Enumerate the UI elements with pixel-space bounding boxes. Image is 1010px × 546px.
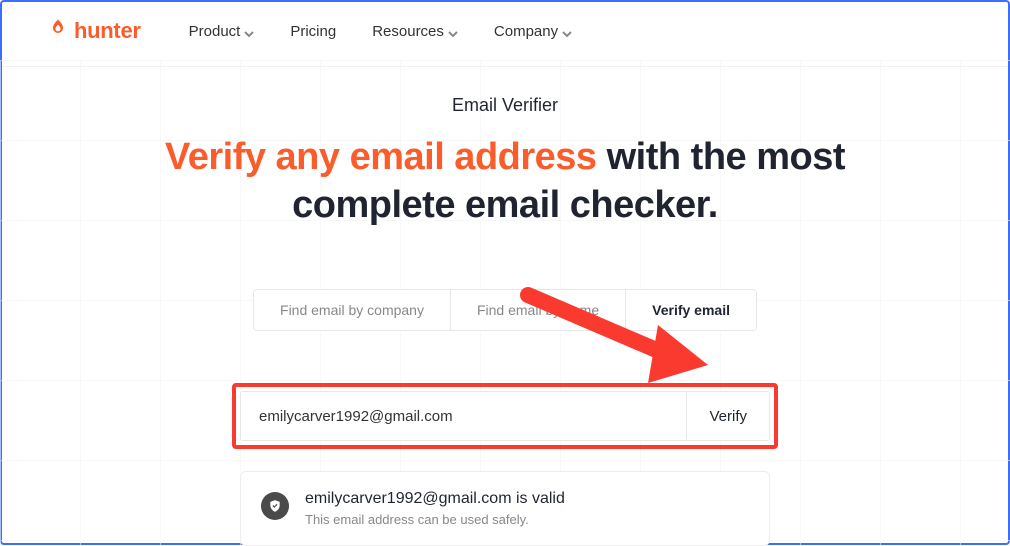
page-eyebrow: Email Verifier: [0, 95, 1010, 116]
result-card: emilycarver1992@gmail.com is valid This …: [240, 471, 770, 546]
tab-verify-email[interactable]: Verify email: [626, 290, 756, 330]
search-mode-tabs: Find email by company Find email by name…: [253, 289, 757, 331]
headline-accent: Verify any email address: [165, 136, 597, 178]
page-headline: Verify any email address with the most c…: [125, 134, 885, 229]
tab-find-by-name[interactable]: Find email by name: [451, 290, 626, 330]
result-text: emilycarver1992@gmail.com is valid This …: [305, 490, 565, 527]
verify-input-row: Verify: [240, 391, 770, 441]
verify-form: Verify: [240, 391, 770, 441]
verify-button[interactable]: Verify: [686, 392, 769, 440]
email-input[interactable]: [241, 392, 686, 440]
shield-check-icon: [261, 492, 289, 520]
main-content: Email Verifier Verify any email address …: [0, 67, 1010, 546]
result-title: emilycarver1992@gmail.com is valid: [305, 490, 565, 508]
tab-find-by-company[interactable]: Find email by company: [254, 290, 451, 330]
result-subtitle: This email address can be used safely.: [305, 512, 565, 527]
